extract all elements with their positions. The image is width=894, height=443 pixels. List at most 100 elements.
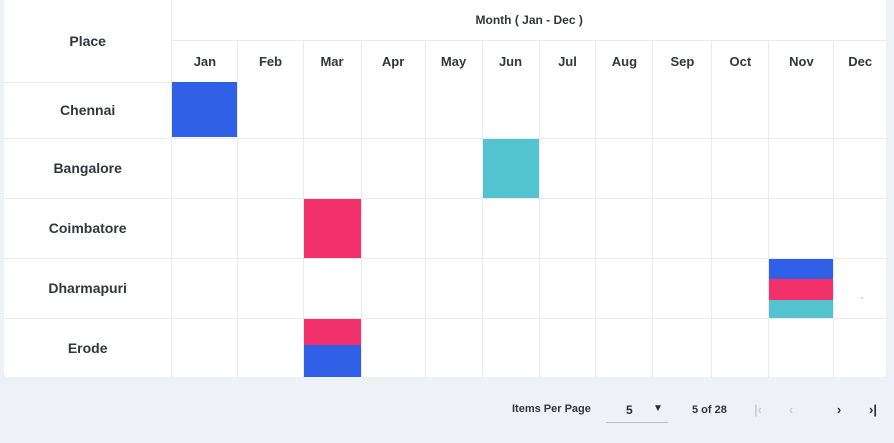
- grid-cell[interactable]: [302, 317, 362, 377]
- grid-cell[interactable]: [652, 137, 713, 199]
- grid-cell[interactable]: [360, 137, 426, 199]
- event-block[interactable]: [303, 198, 361, 258]
- grid-cell[interactable]: [652, 317, 713, 377]
- grid-cell[interactable]: [595, 197, 654, 259]
- month-header-dec: Dec: [833, 40, 886, 82]
- grid-cell[interactable]: [171, 82, 239, 139]
- grid-cell[interactable]: [481, 317, 540, 377]
- grid-cell[interactable]: [171, 257, 239, 319]
- grid-cell[interactable]: [833, 317, 886, 377]
- next-page-icon[interactable]: ›: [829, 398, 849, 420]
- schedule-grid-card: Place Month ( Jan - Dec ) Jan Feb Mar Apr Ma…: [4, 0, 886, 377]
- grid-cell[interactable]: [711, 257, 770, 319]
- first-page-icon[interactable]: |‹: [748, 398, 768, 420]
- grid-cell[interactable]: [652, 82, 713, 139]
- grid-cell[interactable]: [711, 197, 770, 259]
- table-row: Bangalore: [4, 137, 886, 199]
- grid-cell[interactable]: [481, 82, 540, 139]
- grid-cell[interactable]: [833, 82, 886, 139]
- items-per-page-label: Items Per Page: [512, 403, 591, 415]
- grid-cell[interactable]: [237, 257, 304, 319]
- grid-cell[interactable]: [711, 82, 770, 139]
- month-header-feb: Feb: [237, 40, 304, 82]
- items-per-page-value: 5: [626, 403, 633, 417]
- grid-cell[interactable]: [711, 137, 770, 199]
- table-row: Dharmapuri: [4, 257, 886, 319]
- grid-cell[interactable]: [768, 137, 835, 199]
- caret-down-icon: ▼: [653, 403, 663, 414]
- month-header-aug: Aug: [595, 40, 654, 82]
- grid-cell[interactable]: [302, 82, 362, 139]
- grid-cell[interactable]: [171, 137, 239, 199]
- grid-cell[interactable]: [538, 257, 597, 319]
- grid-cell[interactable]: [652, 197, 713, 259]
- grid-cell[interactable]: [237, 137, 304, 199]
- grid-cell[interactable]: [481, 197, 540, 259]
- place-cell: Dharmapuri: [4, 257, 173, 319]
- grid-cell[interactable]: [360, 317, 426, 377]
- last-page-icon[interactable]: ›|: [863, 398, 883, 420]
- grid-cell[interactable]: [360, 197, 426, 259]
- grid-cell[interactable]: [711, 317, 770, 377]
- grid-cell[interactable]: [237, 82, 304, 139]
- table-row: Chennai: [4, 82, 886, 139]
- grid-cell[interactable]: [171, 197, 239, 259]
- place-column-header: Place: [4, 0, 173, 83]
- grid-cell[interactable]: [538, 317, 597, 377]
- grid-cell[interactable]: [424, 197, 483, 259]
- items-per-page-select[interactable]: 5 ▼: [606, 398, 668, 423]
- schedule-grid: Place Month ( Jan - Dec ) Jan Feb Mar Apr Ma…: [4, 0, 886, 377]
- grid-cell[interactable]: [833, 197, 886, 259]
- month-header-sep: Sep: [652, 40, 713, 82]
- grid-cell[interactable]: [171, 317, 239, 377]
- grid-cell[interactable]: [595, 137, 654, 199]
- previous-page-icon[interactable]: ‹: [781, 398, 801, 420]
- grid-cell[interactable]: [595, 82, 654, 139]
- grid-cell[interactable]: [424, 257, 483, 319]
- grid-cell[interactable]: [237, 317, 304, 377]
- place-cell: Coimbatore: [4, 197, 173, 259]
- grid-cell[interactable]: [481, 257, 540, 319]
- place-cell: Chennai: [4, 82, 173, 139]
- grid-cell[interactable]: [360, 257, 426, 319]
- event-block[interactable]: [769, 299, 834, 318]
- grid-cell[interactable]: [360, 82, 426, 139]
- month-header-jan: Jan: [171, 40, 239, 82]
- event-block[interactable]: [482, 138, 539, 198]
- grid-cell[interactable]: [768, 82, 835, 139]
- grid-cell[interactable]: [302, 197, 362, 259]
- grid-cell[interactable]: [833, 257, 886, 319]
- grid-cell[interactable]: [302, 137, 362, 199]
- month-header-may: May: [424, 40, 483, 82]
- grid-cell[interactable]: [424, 137, 483, 199]
- grid-cell[interactable]: [237, 197, 304, 259]
- grid-cell[interactable]: [768, 257, 835, 319]
- month-header-jul: Jul: [538, 40, 597, 82]
- month-header-apr: Apr: [360, 40, 426, 82]
- grid-cell[interactable]: [481, 137, 540, 199]
- event-block[interactable]: [769, 258, 834, 279]
- grid-cell[interactable]: [768, 317, 835, 377]
- event-block[interactable]: [303, 344, 361, 377]
- table-row: Coimbatore: [4, 197, 886, 259]
- month-header-oct: Oct: [711, 40, 770, 82]
- grid-cell[interactable]: [424, 317, 483, 377]
- grid-cell[interactable]: [595, 317, 654, 377]
- grid-cell[interactable]: [538, 197, 597, 259]
- grid-cell[interactable]: [538, 137, 597, 199]
- grid-cell[interactable]: [424, 82, 483, 139]
- event-block[interactable]: [303, 318, 361, 345]
- grid-cell[interactable]: [833, 137, 886, 199]
- grid-cell[interactable]: [652, 257, 713, 319]
- place-cell: Bangalore: [4, 137, 173, 199]
- event-block[interactable]: [172, 82, 238, 137]
- page-count-text: 5 of 28: [692, 404, 727, 416]
- month-group-header: Month ( Jan - Dec ): [171, 0, 886, 41]
- grid-cell[interactable]: [302, 257, 362, 319]
- month-header-nov: Nov: [768, 40, 835, 82]
- grid-cell[interactable]: [768, 197, 835, 259]
- table-row: Erode: [4, 317, 886, 377]
- grid-cell[interactable]: [538, 82, 597, 139]
- event-block[interactable]: [769, 278, 834, 300]
- grid-cell[interactable]: [595, 257, 654, 319]
